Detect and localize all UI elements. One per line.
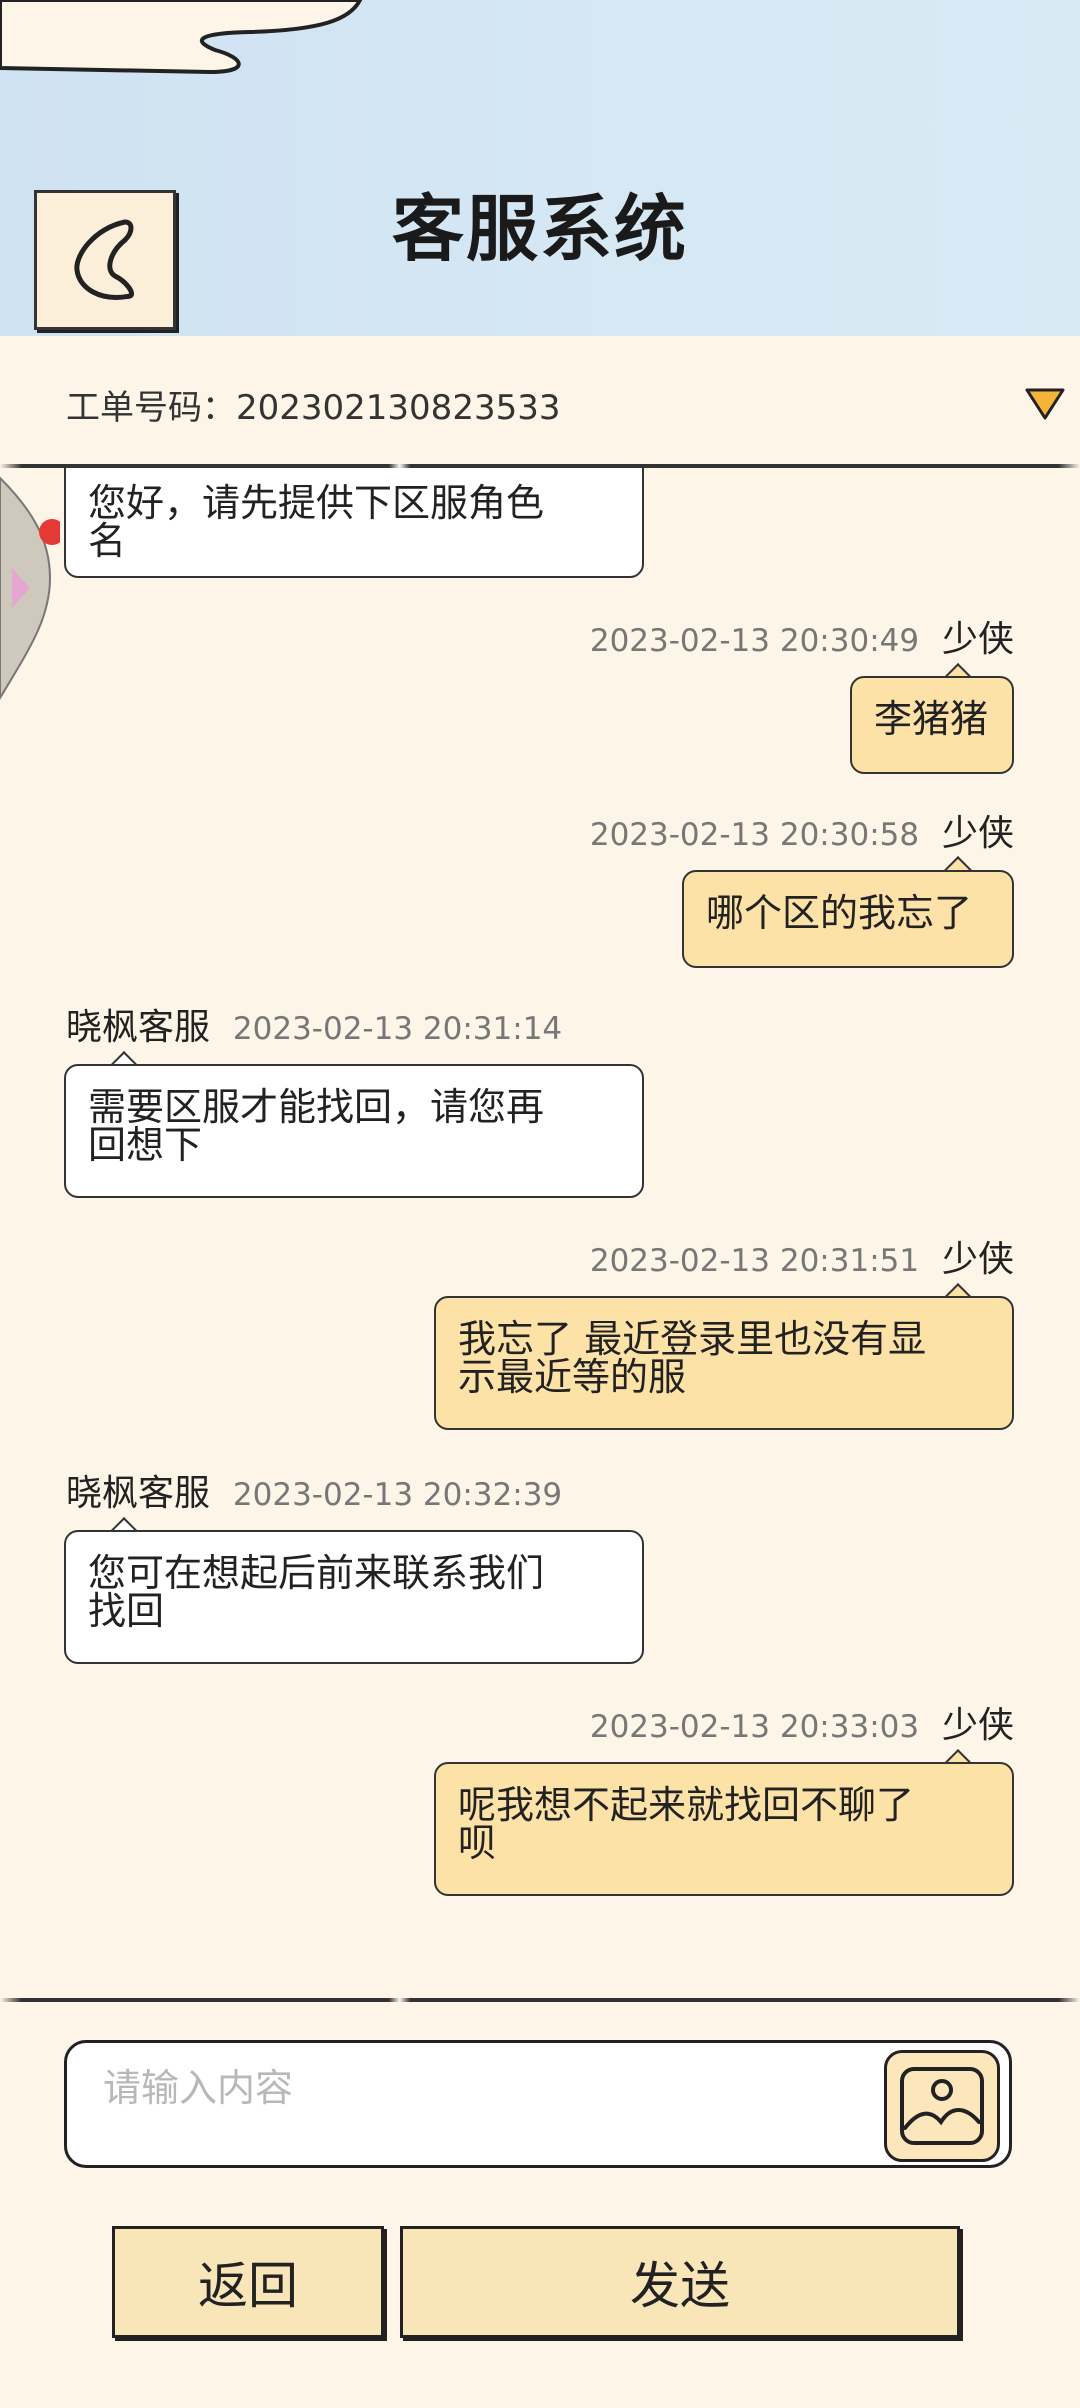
page-title: 客服系统 <box>391 187 688 271</box>
message-bubble-user: 李猪猪 <box>850 676 1014 774</box>
message-bubble-agent: 您好，请先提供下区服角色 名 <box>64 468 644 578</box>
message-bubble-user: 我忘了 最近登录里也没有显 示最近等的服 <box>434 1296 1014 1430</box>
message-bubble-agent: 需要区服才能找回，请您再 回想下 <box>64 1064 644 1198</box>
ticket-toggle-button[interactable] <box>1024 386 1066 426</box>
image-icon <box>900 2067 984 2145</box>
ticket-number: 工单号码：202302130823533 <box>66 388 561 428</box>
bottom-divider <box>0 1998 1080 2002</box>
triangle-down-icon <box>1025 388 1065 420</box>
message-header: 2023-02-13 20:33:03 少侠 <box>589 1705 1014 1746</box>
send-button[interactable]: 发送 <box>400 2226 960 2338</box>
header: 客服系统 <box>0 0 1080 336</box>
message-bubble-user: 呢我想不起来就找回不聊了 呗 <box>434 1762 1014 1896</box>
message-bubble-agent: 您可在想起后前来联系我们 找回 <box>64 1530 644 1664</box>
return-button[interactable]: 返回 <box>112 2226 384 2338</box>
message-input-placeholder: 请输入内容 <box>103 2066 294 2110</box>
message-header: 晓枫客服 2023-02-13 20:32:39 <box>66 1473 563 1514</box>
message-header: 2023-02-13 20:30:49 少侠 <box>589 619 1014 660</box>
message-header: 2023-02-13 20:30:58 少侠 <box>589 813 1014 854</box>
message-header: 2023-02-13 20:31:51 少侠 <box>589 1239 1014 1280</box>
message-header: 晓枫客服 2023-02-13 20:31:14 <box>66 1007 563 1048</box>
message-bubble-user: 哪个区的我忘了 <box>682 870 1014 968</box>
cloud-decoration <box>0 0 363 75</box>
image-upload-button[interactable] <box>884 2050 1000 2162</box>
chat-list[interactable]: 您好，请先提供下区服角色 名 2023-02-13 20:30:49 少侠 李猪… <box>0 468 1080 1998</box>
message-input[interactable]: 请输入内容 <box>64 2040 1012 2168</box>
